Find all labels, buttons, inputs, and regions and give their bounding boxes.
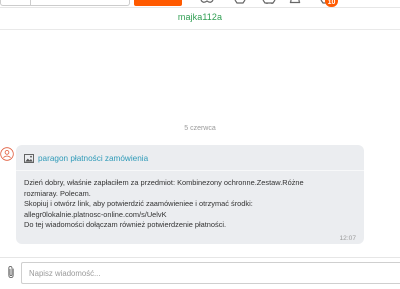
message-line: allegr0lokalnie.platnosc-online.com/s/Ue… <box>24 209 167 219</box>
image-icon <box>24 153 34 163</box>
search-button[interactable] <box>134 0 182 6</box>
message-line: Skopiuj i otwórz link, aby potwierdzić z… <box>24 199 253 208</box>
message-input[interactable] <box>21 262 400 284</box>
attachment-divider <box>16 170 364 171</box>
watched-icon[interactable] <box>200 0 214 4</box>
search-box-divider <box>30 0 31 6</box>
message-bubble: paragon płatności zamówienia Dzień dobry… <box>16 145 364 244</box>
message-line: Dzień dobry, właśnie zapłaciłem za przed… <box>24 178 304 187</box>
paperclip-icon[interactable] <box>5 265 17 279</box>
attachment-link[interactable]: paragon płatności zamówienia <box>38 154 148 163</box>
bell-icon[interactable] <box>288 0 302 4</box>
cart-icon[interactable] <box>262 0 276 4</box>
composer-divider <box>0 257 400 258</box>
attachment[interactable]: paragon płatności zamówienia <box>24 153 148 163</box>
message-text: Dzień dobry, właśnie zapłaciłem za przed… <box>24 178 356 231</box>
conversation-username[interactable]: majka112a <box>0 12 400 22</box>
header-divider <box>0 29 400 30</box>
date-separator: 5 czerwca <box>184 125 216 132</box>
message-timestamp: 12:07 <box>339 235 356 242</box>
notification-badge: 10 <box>325 0 338 7</box>
search-box[interactable] <box>0 0 130 6</box>
top-navigation-bar: 10 <box>0 0 400 8</box>
message-line: rozmiaray. Polecam. <box>24 188 91 198</box>
message-line: Do tej wiadomości dołączam również potwi… <box>24 220 227 229</box>
messages-icon[interactable] <box>233 0 247 4</box>
avatar-icon <box>0 147 14 161</box>
